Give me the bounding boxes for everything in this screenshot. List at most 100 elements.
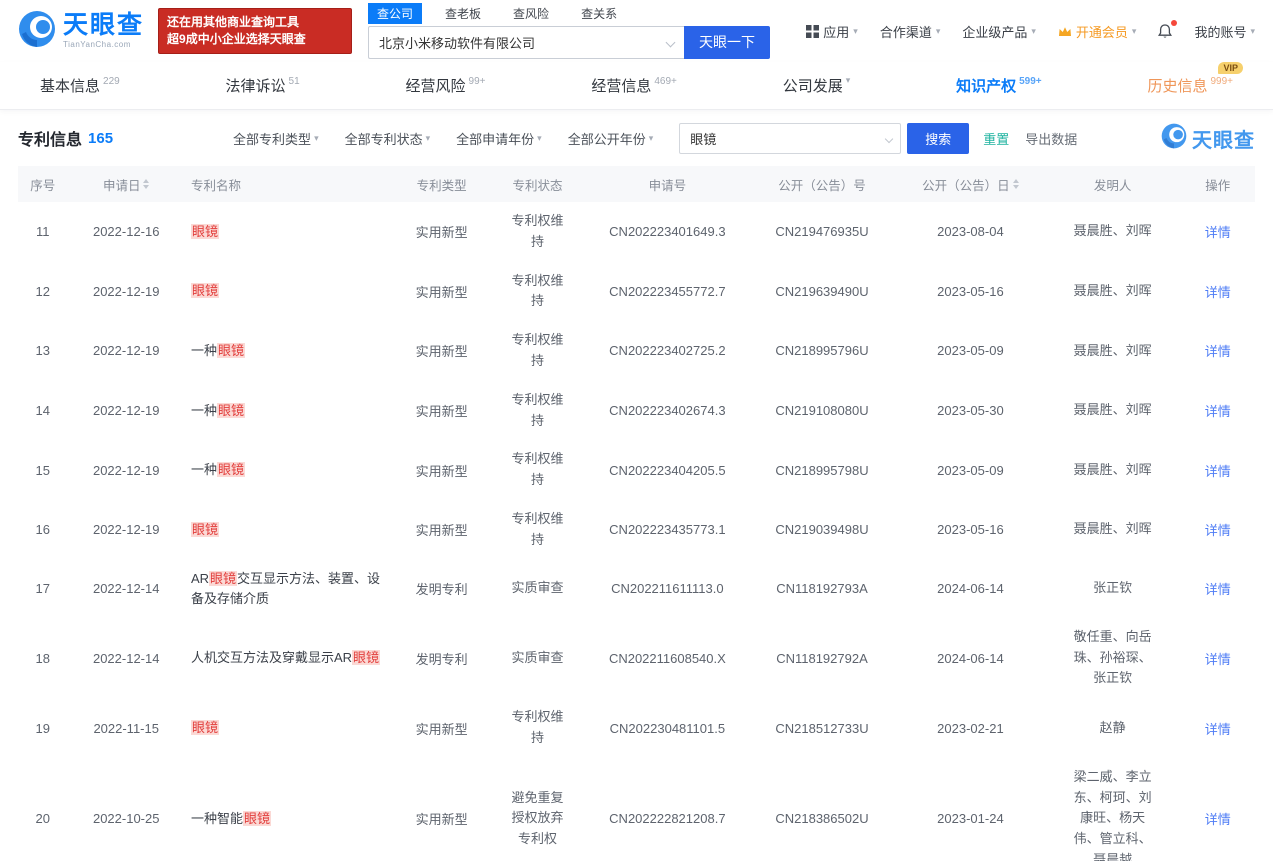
- publication-date: 2023-02-21: [896, 721, 1044, 736]
- tab-经营信息[interactable]: 经营信息469+: [591, 75, 677, 96]
- patent-name-part: 一种: [191, 462, 217, 477]
- application-date: 2022-12-19: [67, 463, 185, 478]
- search-term-highlight: 眼镜: [243, 811, 271, 826]
- chevron-down-icon: ▾: [846, 75, 851, 86]
- application-number: CN202223402674.3: [587, 403, 748, 418]
- nav-item-label: 企业级产品: [962, 22, 1027, 41]
- patent-name: 人机交互方法及穿戴显示AR眼镜: [185, 648, 395, 668]
- promo-line1: 还在用其他商业查询工具: [167, 14, 343, 31]
- patent-type: 实用新型: [395, 341, 488, 360]
- sort-icon[interactable]: [1013, 179, 1019, 189]
- tab-历史信息[interactable]: 历史信息999+VIP: [1147, 75, 1233, 96]
- nav-item-合作渠道[interactable]: 合作渠道▾: [880, 22, 941, 41]
- row-number: 17: [18, 581, 67, 596]
- tab-法律诉讼[interactable]: 法律诉讼51: [226, 75, 300, 96]
- filter-全部专利状态[interactable]: 全部专利状态▾: [345, 129, 431, 148]
- detail-link[interactable]: 详情: [1205, 401, 1231, 420]
- publication-number: CN118192792A: [748, 651, 896, 666]
- table-row: 182022-12-14人机交互方法及穿戴显示AR眼镜发明专利实质审查CN202…: [18, 618, 1255, 698]
- nav-item-企业级产品[interactable]: 企业级产品▾: [962, 22, 1036, 41]
- detail-link[interactable]: 详情: [1205, 520, 1231, 539]
- tianyancha-watermark: 天眼查: [1161, 123, 1255, 154]
- detail-link[interactable]: 详情: [1205, 461, 1231, 480]
- detail-link[interactable]: 详情: [1205, 649, 1231, 668]
- patent-status: 实质审查: [488, 648, 587, 669]
- search-term-highlight: 眼镜: [191, 283, 219, 298]
- inventors: 聂晨胜、刘晖: [1045, 221, 1181, 242]
- nav-item-我的账号[interactable]: 我的账号▾: [1194, 22, 1255, 41]
- publication-number: CN218995798U: [748, 463, 896, 478]
- watermark-text: 天眼查: [1192, 124, 1255, 153]
- table-row: 122022-12-19眼镜实用新型专利权维持CN202223455772.7C…: [18, 262, 1255, 322]
- sort-icon[interactable]: [143, 179, 149, 189]
- detail-link[interactable]: 详情: [1205, 341, 1231, 360]
- publication-date: 2023-05-16: [896, 284, 1044, 299]
- patent-toolbar: 专利信息 165 全部专利类型▾全部专利状态▾全部申请年份▾全部公开年份▾ 搜索…: [0, 110, 1273, 166]
- filter-label: 全部公开年份: [568, 129, 646, 148]
- notification-badge: [1171, 20, 1177, 26]
- column-header-date[interactable]: 申请日: [67, 175, 185, 194]
- patent-name: 一种智能眼镜: [185, 809, 395, 829]
- patent-status-text: 专利权维持: [508, 390, 566, 432]
- notification-bell[interactable]: [1158, 24, 1172, 39]
- patent-status-text: 实质审查: [511, 648, 563, 669]
- reset-link[interactable]: 重置: [983, 129, 1009, 148]
- application-number: CN202223404205.5: [587, 463, 748, 478]
- company-search-input[interactable]: [368, 26, 684, 59]
- search-term-highlight: 眼镜: [191, 522, 219, 537]
- filter-全部申请年份[interactable]: 全部申请年份▾: [456, 129, 542, 148]
- crown-icon: [1058, 26, 1072, 37]
- keyword-search-input[interactable]: [679, 123, 901, 154]
- application-number: CN202223402725.2: [587, 343, 748, 358]
- chevron-down-icon: ▾: [1132, 26, 1137, 37]
- patent-type: 实用新型: [395, 222, 488, 241]
- patent-type: 实用新型: [395, 719, 488, 738]
- publication-date: 2024-06-14: [896, 581, 1044, 596]
- search-term-highlight: 眼镜: [209, 571, 237, 586]
- column-header-pdate[interactable]: 公开（公告）日: [896, 175, 1044, 194]
- patent-name-text: AR眼镜交互显示方法、装置、设备及存储介质: [191, 569, 389, 609]
- row-action: 详情: [1181, 719, 1255, 738]
- patent-type: 发明专利: [395, 579, 488, 598]
- tab-count: 999+: [1210, 76, 1233, 87]
- detail-link[interactable]: 详情: [1205, 282, 1231, 301]
- bell-icon: [1158, 24, 1172, 39]
- detail-link[interactable]: 详情: [1205, 222, 1231, 241]
- search-tab-查风险[interactable]: 查风险: [504, 3, 558, 24]
- tab-基本信息[interactable]: 基本信息229: [40, 75, 120, 96]
- patent-status: 专利权维持: [488, 211, 587, 253]
- export-data-link[interactable]: 导出数据: [1025, 129, 1077, 148]
- detail-link[interactable]: 详情: [1205, 719, 1231, 738]
- patent-type: 实用新型: [395, 401, 488, 420]
- search-tab-查公司[interactable]: 查公司: [368, 3, 422, 24]
- patent-name: 一种眼镜: [185, 401, 395, 421]
- tab-知识产权[interactable]: 知识产权599+: [956, 75, 1042, 96]
- patent-type: 实用新型: [395, 461, 488, 480]
- patent-name-text: 一种眼镜: [191, 401, 245, 421]
- search-tab-查老板[interactable]: 查老板: [436, 3, 490, 24]
- tab-公司发展[interactable]: 公司发展▾: [783, 75, 851, 96]
- inventors-text: 聂晨胜、刘晖: [1074, 341, 1152, 362]
- patent-name-part: 一种智能: [191, 811, 243, 826]
- column-header-label: 申请日: [103, 175, 141, 194]
- detail-link[interactable]: 详情: [1205, 809, 1231, 828]
- nav-item-label: 合作渠道: [880, 22, 932, 41]
- nav-item-开通会员[interactable]: 开通会员▾: [1058, 22, 1137, 41]
- search-term-highlight: 眼镜: [217, 403, 245, 418]
- detail-link[interactable]: 详情: [1205, 579, 1231, 598]
- filter-全部公开年份[interactable]: 全部公开年份▾: [568, 129, 654, 148]
- application-number: CN202211611113.0: [587, 581, 748, 596]
- tianyancha-logo[interactable]: 天眼查 TianYanCha.com: [18, 10, 144, 53]
- row-number: 18: [18, 651, 67, 666]
- patent-status-text: 专利权维持: [508, 211, 566, 253]
- tianyan-search-button[interactable]: 天眼一下: [684, 26, 770, 59]
- keyword-search-button[interactable]: 搜索: [907, 123, 969, 154]
- tab-经营风险[interactable]: 经营风险99+: [406, 75, 486, 96]
- nav-item-应用[interactable]: 应用▾: [806, 22, 858, 41]
- tab-label: 知识产权: [956, 75, 1016, 96]
- nav-item-label: 我的账号: [1194, 22, 1246, 41]
- filter-全部专利类型[interactable]: 全部专利类型▾: [233, 129, 319, 148]
- search-tab-查关系[interactable]: 查关系: [572, 3, 626, 24]
- promo-banner[interactable]: 还在用其他商业查询工具 超9成中小企业选择天眼查: [158, 8, 352, 54]
- application-number: CN202222821208.7: [587, 811, 748, 826]
